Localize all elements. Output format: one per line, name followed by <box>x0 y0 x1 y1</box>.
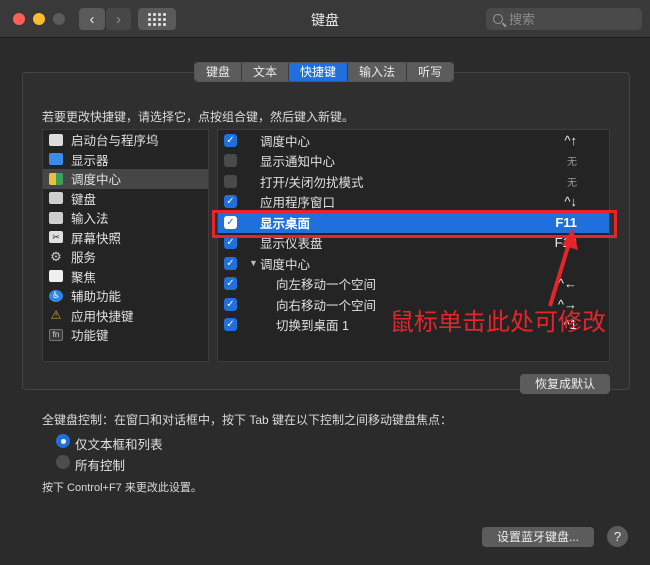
fn-key-icon: fn <box>49 328 63 341</box>
restore-defaults-button[interactable]: 恢复成默认 <box>520 374 610 394</box>
shortcut-key[interactable]: ^↑ <box>564 133 577 148</box>
shortcut-checkbox[interactable]: ✓ <box>224 195 237 209</box>
tab-dictation[interactable]: 听写 <box>407 63 454 81</box>
shortcut-key[interactable]: 无 <box>567 153 577 168</box>
shortcut-checkbox[interactable]: ✓ <box>224 318 237 332</box>
shortcut-checkbox[interactable]: ✓ <box>224 277 237 291</box>
title-bar: ‹ › 键盘 <box>0 0 650 38</box>
shortcut-checkbox[interactable]: ✓ <box>224 133 237 147</box>
shortcut-row[interactable]: ✓ 调度中心 ^↑ <box>218 130 609 151</box>
keyboard-icon <box>49 192 63 205</box>
accessibility-icon: ♿ <box>49 289 63 302</box>
launchpad-dock-icon <box>49 133 63 146</box>
category-item[interactable]: ⚠ 应用快捷键 <box>43 306 208 326</box>
input-sources-icon <box>49 211 63 224</box>
shortcut-row[interactable]: 显示通知中心 无 <box>218 151 609 172</box>
radio-text-boxes-only[interactable] <box>56 434 70 448</box>
radio-label: 所有控制 <box>75 459 126 473</box>
category-item[interactable]: 启动台与程序坞 <box>43 130 208 150</box>
tab-keyboard[interactable]: 键盘 <box>195 63 243 81</box>
search-field[interactable] <box>486 8 642 30</box>
tab-text[interactable]: 文本 <box>242 63 290 81</box>
search-icon <box>493 14 503 24</box>
mission-control-icon <box>49 172 63 185</box>
shortcut-checkbox[interactable]: ✓ <box>224 297 237 311</box>
shortcut-checkbox[interactable]: ✓ <box>224 215 237 229</box>
radio-label: 仅文本框和列表 <box>75 438 163 452</box>
screenshot-icon: ✂ <box>49 231 63 244</box>
shortcut-row[interactable]: 打开/关闭勿扰模式 无 <box>218 171 609 192</box>
category-item[interactable]: 显示器 <box>43 150 208 170</box>
category-item[interactable]: 调度中心 <box>43 169 208 189</box>
tab-input-sources[interactable]: 输入法 <box>348 63 408 81</box>
shortcut-key[interactable]: ^↓ <box>564 194 577 209</box>
tab-bar: 键盘 文本 快捷键 输入法 听写 <box>194 62 455 82</box>
full-keyboard-description: 全键盘控制：在窗口和对话框中，按下 Tab 键在以下控制之间移动键盘焦点： <box>42 413 453 427</box>
annotation-text: 鼠标单击此处可修改 <box>390 308 606 336</box>
disclosure-triangle-icon[interactable]: ▼ <box>249 258 258 268</box>
category-item[interactable]: 键盘 <box>43 189 208 209</box>
services-gear-icon: ⚙ <box>50 248 62 264</box>
shortcut-checkbox[interactable] <box>224 174 237 188</box>
category-item[interactable]: 输入法 <box>43 208 208 228</box>
display-icon <box>49 153 63 166</box>
category-item[interactable]: 聚焦 <box>43 267 208 287</box>
app-shortcuts-icon: ⚠ <box>50 308 62 323</box>
category-item[interactable]: ⚙ 服务 <box>43 247 208 267</box>
radio-all-controls[interactable] <box>56 455 70 469</box>
category-item[interactable]: ♿ 辅助功能 <box>43 286 208 306</box>
spotlight-icon <box>49 270 63 283</box>
category-list: 启动台与程序坞 显示器 调度中心 键盘 输入法 ✂ 屏幕快照 ⚙ 服务 聚焦 ♿ 辅助… <box>42 129 209 362</box>
shortcut-checkbox[interactable]: ✓ <box>224 256 237 270</box>
tab-shortcuts[interactable]: 快捷键 <box>289 63 349 81</box>
shortcut-row[interactable]: ✓ 应用程序窗口 ^↓ <box>218 192 609 213</box>
help-button[interactable]: ? <box>607 526 628 547</box>
category-item[interactable]: fn 功能键 <box>43 325 208 345</box>
annotation-arrow-icon <box>548 228 578 307</box>
search-input[interactable] <box>509 11 629 27</box>
shortcut-key[interactable]: 无 <box>567 174 577 189</box>
control-f7-note: 按下 Control+F7 来更改此设置。 <box>42 482 202 494</box>
category-item[interactable]: ✂ 屏幕快照 <box>43 228 208 248</box>
instruction-text: 若要更改快捷键，请选择它，点按组合键，然后键入新键。 <box>42 110 355 124</box>
shortcut-checkbox[interactable] <box>224 154 237 168</box>
setup-bluetooth-keyboard-button[interactable]: 设置蓝牙键盘... <box>482 527 594 547</box>
shortcut-checkbox[interactable]: ✓ <box>224 236 237 250</box>
